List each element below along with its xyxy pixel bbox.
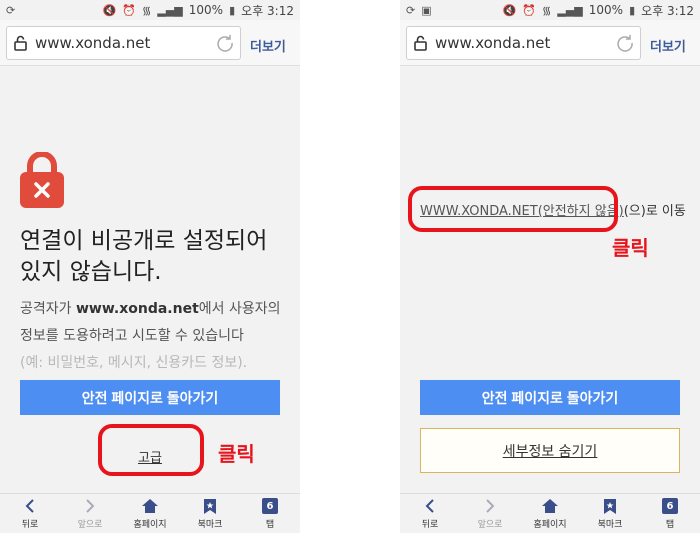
address-field[interactable]: www.xonda.net (406, 26, 641, 60)
home-icon (541, 497, 559, 515)
tab-count-icon: 6 (662, 498, 678, 514)
unlocked-icon[interactable] (7, 35, 35, 51)
nav-tabs[interactable]: 6 탭 (640, 494, 700, 533)
unlocked-icon[interactable] (407, 35, 435, 51)
interstitial-details: WWW.XONDA.NET(안전하지 않음)(으)로 이동 클릭 안전 페이지로… (400, 66, 700, 493)
url-text[interactable]: www.xonda.net (435, 34, 610, 52)
bookmark-star-icon (603, 497, 617, 515)
url-text[interactable]: www.xonda.net (35, 34, 210, 52)
clock: 오후 3:12 (641, 3, 694, 18)
wifi-icon: ᯾ (542, 3, 552, 17)
more-button[interactable]: 더보기 (250, 36, 286, 55)
nav-home[interactable]: 홈페이지 (120, 494, 180, 533)
interstitial-content: 연결이 비공개로 설정되어 있지 않습니다. 공격자가 www.xonda.ne… (0, 66, 300, 493)
clock: 오후 3:12 (241, 3, 294, 18)
signal-icon: ▂▄▆ (157, 3, 183, 17)
sync-icon: ⟳ (406, 3, 416, 17)
annotation-outline (98, 424, 204, 476)
chevron-right-icon (484, 497, 496, 515)
nav-forward[interactable]: 앞으로 (460, 494, 520, 533)
signal-icon: ▂▄▆ (557, 3, 583, 17)
back-to-safety-button[interactable]: 안전 페이지로 돌아가기 (20, 380, 280, 415)
error-title: 연결이 비공개로 설정되어 있지 않습니다. (20, 228, 268, 285)
sync-icon: ⟳ (6, 3, 16, 17)
image-icon: ▣ (421, 3, 432, 17)
phone-left: ⟳ 🔇 ⏰ ᯾ ▂▄▆ 100% ▮ 오후 3:12 www.xonda.net (0, 0, 300, 533)
tab-count-icon: 6 (262, 498, 278, 514)
error-description: 공격자가 www.xonda.net에서 사용자의 정보를 도용하려고 시도할 … (20, 301, 281, 371)
bookmark-star-icon (203, 497, 217, 515)
nav-back[interactable]: 뒤로 (400, 494, 460, 533)
screenshot-stage: ⟳ 🔇 ⏰ ᯾ ▂▄▆ 100% ▮ 오후 3:12 www.xonda.net (0, 0, 700, 533)
url-bar: www.xonda.net 더보기 (0, 20, 300, 66)
nav-back[interactable]: 뒤로 (0, 494, 60, 533)
battery-icon: ▮ (629, 3, 636, 17)
bottom-navigation: 뒤로 앞으로 홈페이지 북마크 6 탭 (0, 493, 300, 533)
annotation-outline (408, 186, 618, 232)
nav-tabs[interactable]: 6 탭 (240, 494, 300, 533)
alarm-icon: ⏰ (122, 3, 137, 17)
alarm-icon: ⏰ (522, 3, 537, 17)
nav-bookmarks[interactable]: 북마크 (180, 494, 240, 533)
battery-level: 100% (188, 3, 224, 17)
address-field[interactable]: www.xonda.net (6, 26, 241, 60)
reload-icon[interactable] (610, 33, 640, 53)
chevron-left-icon (24, 497, 36, 515)
phone-right: ⟳ ▣ 🔇 ⏰ ᯾ ▂▄▆ 100% ▮ 오후 3:12 www.xonda.n… (400, 0, 700, 533)
error-domain: www.xonda.net (75, 301, 199, 317)
home-icon (141, 497, 159, 515)
nav-forward[interactable]: 앞으로 (60, 494, 120, 533)
status-bar: ⟳ ▣ 🔇 ⏰ ᯾ ▂▄▆ 100% ▮ 오후 3:12 (400, 0, 700, 20)
nav-bookmarks[interactable]: 북마크 (580, 494, 640, 533)
bottom-navigation: 뒤로 앞으로 홈페이지 북마크 6 탭 (400, 493, 700, 533)
mute-icon: 🔇 (502, 3, 517, 17)
more-button[interactable]: 더보기 (650, 36, 686, 55)
click-annotation: 클릭 (612, 236, 649, 260)
chevron-right-icon (84, 497, 96, 515)
reload-icon[interactable] (210, 33, 240, 53)
mute-icon: 🔇 (102, 3, 117, 17)
click-annotation: 클릭 (218, 442, 255, 466)
battery-level: 100% (588, 3, 624, 17)
red-lock-icon (20, 151, 64, 208)
hide-details-button[interactable]: 세부정보 숨기기 (420, 428, 680, 473)
wifi-icon: ᯾ (142, 3, 152, 17)
nav-home[interactable]: 홈페이지 (520, 494, 580, 533)
url-bar: www.xonda.net 더보기 (400, 20, 700, 66)
battery-icon: ▮ (229, 3, 236, 17)
back-to-safety-button[interactable]: 안전 페이지로 돌아가기 (420, 380, 680, 415)
chevron-left-icon (424, 497, 436, 515)
status-bar: ⟳ 🔇 ⏰ ᯾ ▂▄▆ 100% ▮ 오후 3:12 (0, 0, 300, 20)
